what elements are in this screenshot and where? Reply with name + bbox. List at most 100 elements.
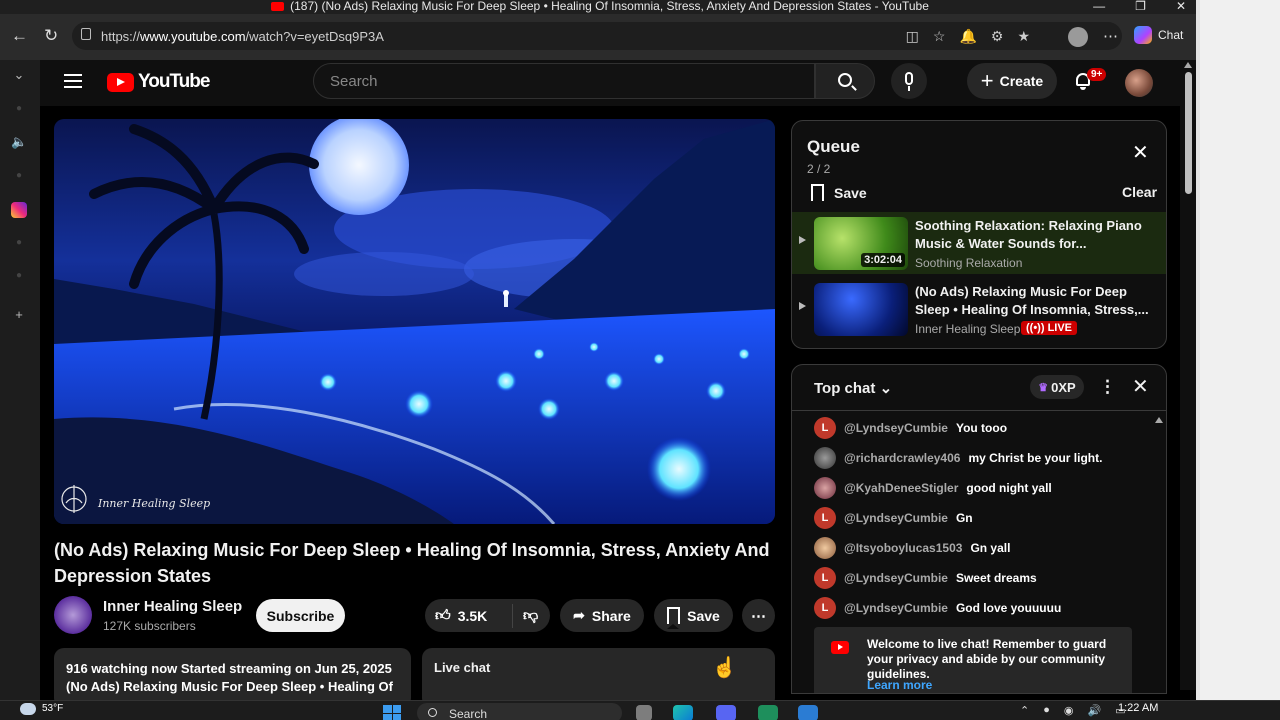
chat-message: L @LyndseyCumbie Gn xyxy=(814,507,973,529)
discord-icon[interactable] xyxy=(716,705,736,720)
chat-author[interactable]: @LyndseyCumbie xyxy=(844,511,948,525)
window-title-bar: (187) (No Ads) Relaxing Music For Deep S… xyxy=(0,0,1200,14)
subscriber-count: 127K subscribers xyxy=(103,619,196,633)
chat-message: L @LyndseyCumbie Sweet dreams xyxy=(814,567,1037,589)
duration-badge: 3:02:04 xyxy=(861,253,905,267)
chat-avatar: L xyxy=(814,597,836,619)
like-dislike-group: 👍︎ 3.5K 👎︎ xyxy=(425,599,550,632)
chat-scroll-up-icon[interactable] xyxy=(1155,417,1163,423)
wifi-icon[interactable]: ◉ xyxy=(1064,704,1074,717)
back-icon[interactable]: ← xyxy=(11,26,28,46)
save-label: Save xyxy=(687,607,720,624)
chat-author[interactable]: @LyndseyCumbie xyxy=(844,601,948,615)
volume-icon[interactable]: 🔊 xyxy=(1087,704,1101,717)
search-icon[interactable]: ● xyxy=(11,101,27,117)
logo-text: YouTube xyxy=(138,71,210,92)
hamburger-menu-icon[interactable] xyxy=(64,74,82,88)
play-icon xyxy=(799,302,806,310)
chat-message: L @LyndseyCumbie God love youuuuu xyxy=(814,597,1061,619)
chat-author[interactable]: @richardcrawley406 xyxy=(844,451,960,465)
subscribe-button[interactable]: Subscribe xyxy=(256,599,345,632)
taskbar-search[interactable]: Search xyxy=(417,703,622,720)
youtube-logo[interactable]: YouTube xyxy=(107,71,210,93)
add-icon[interactable]: + xyxy=(11,307,27,323)
chat-menu-icon[interactable]: ⋮ xyxy=(1099,377,1116,397)
desktop-background xyxy=(1200,0,1280,720)
chat-author[interactable]: @KyahDeneeStigler xyxy=(844,481,958,495)
bell-icon[interactable]: 🔔 xyxy=(959,28,976,45)
chat-header: Top chat ⌄ ♛ 0XP ⋮ ✕ xyxy=(792,365,1166,411)
chat-close-icon[interactable]: ✕ xyxy=(1132,377,1149,397)
queue-panel: Queue 2 / 2 ✕ Save Clear 3:02:04 Soothin… xyxy=(791,120,1167,349)
chevron-down-icon: ⌄ xyxy=(879,380,893,397)
top-chat-dropdown[interactable]: Top chat ⌄ xyxy=(814,379,892,397)
chat-author[interactable]: @LyndseyCumbie xyxy=(844,571,948,585)
search-input[interactable] xyxy=(313,63,815,99)
xp-badge[interactable]: ♛ 0XP xyxy=(1030,375,1084,399)
favorite-star-icon[interactable]: ☆ xyxy=(933,28,946,45)
channel-watermark: Inner Healing Sleep xyxy=(98,497,211,510)
extensions-icon[interactable]: ⚙ xyxy=(991,28,1004,45)
like-button[interactable]: 👍︎ 3.5K xyxy=(425,603,513,628)
user-avatar[interactable] xyxy=(1125,69,1153,97)
queue-close-icon[interactable]: ✕ xyxy=(1132,143,1149,163)
queue-save-button[interactable]: Save xyxy=(811,184,867,206)
page-scrollbar[interactable] xyxy=(1180,60,1196,690)
search-button[interactable] xyxy=(815,63,875,99)
dislike-button[interactable]: 👎︎ xyxy=(513,607,538,625)
browser-menu-icon[interactable]: ⋯ xyxy=(1103,27,1118,45)
more-actions-button[interactable]: ⋯ xyxy=(742,599,775,632)
queue-item[interactable]: 3:02:04 Soothing Relaxation: Relaxing Pi… xyxy=(792,212,1166,274)
queue-thumbnail: 3:02:04 xyxy=(814,217,908,270)
clock[interactable]: 1:22 AM xyxy=(1118,702,1158,714)
app-icon[interactable] xyxy=(798,705,818,720)
chat-avatar: L xyxy=(814,417,836,439)
file-explorer-icon[interactable] xyxy=(636,705,652,720)
search-icon[interactable]: ● xyxy=(11,168,27,184)
speaker-icon[interactable]: 🔈 xyxy=(11,134,27,150)
weather-widget[interactable]: 53°F xyxy=(20,703,63,715)
app-icon[interactable] xyxy=(758,705,778,720)
chat-author[interactable]: @Itsyoboylucas1503 xyxy=(844,541,962,555)
crown-icon: ♛ xyxy=(1038,381,1049,394)
chevron-down-icon[interactable]: ⌄ xyxy=(11,67,27,83)
voice-search-button[interactable] xyxy=(891,63,927,99)
share-button[interactable]: ➦ Share xyxy=(560,599,644,632)
browser-profile-avatar[interactable] xyxy=(1068,27,1088,47)
chat-text: God love youuuuu xyxy=(955,601,1062,615)
description-box[interactable]: 916 watching now Started streaming on Ju… xyxy=(54,648,411,708)
search-icon[interactable]: ● xyxy=(11,235,27,251)
copilot-chat-button[interactable]: Chat xyxy=(1134,26,1183,44)
microphone-icon[interactable]: ● xyxy=(1043,704,1050,717)
queue-item[interactable]: (No Ads) Relaxing Music For Deep Sleep •… xyxy=(792,278,1166,340)
chat-avatar xyxy=(814,477,836,499)
chat-text: You tooo xyxy=(955,421,1008,435)
video-player[interactable]: Inner Healing Sleep xyxy=(54,119,775,524)
learn-more-link[interactable]: Learn more xyxy=(867,678,932,692)
channel-name[interactable]: Inner Healing Sleep xyxy=(103,598,242,615)
save-button[interactable]: Save xyxy=(654,599,733,632)
edge-icon[interactable] xyxy=(673,705,693,720)
chat-author[interactable]: @LyndseyCumbie xyxy=(844,421,948,435)
scroll-up-icon[interactable] xyxy=(1184,62,1192,68)
welcome-text: Welcome to live chat! Remember to guard … xyxy=(867,637,1107,681)
url-text: https://www.youtube.com/watch?v=eyetDsq9… xyxy=(101,29,384,44)
favorites-icon[interactable]: ★ xyxy=(1017,28,1030,45)
instagram-icon[interactable] xyxy=(11,202,27,218)
chat-avatar: L xyxy=(814,567,836,589)
maximize-icon[interactable]: ❐ xyxy=(1135,0,1146,12)
channel-avatar[interactable] xyxy=(54,596,92,634)
queue-clear-button[interactable]: Clear xyxy=(1122,184,1157,200)
create-button[interactable]: + Create xyxy=(967,63,1057,99)
scrollbar-thumb[interactable] xyxy=(1185,72,1192,194)
queue-item-channel: Soothing Relaxation xyxy=(915,256,1023,270)
queue-count: 2 / 2 xyxy=(807,162,831,176)
video-title: (No Ads) Relaxing Music For Deep Sleep •… xyxy=(54,540,770,586)
split-screen-icon[interactable]: ◫ xyxy=(906,28,919,45)
refresh-icon[interactable]: ↻ xyxy=(44,26,58,46)
minimize-icon[interactable]: — xyxy=(1093,0,1105,12)
search-icon[interactable]: ● xyxy=(11,268,27,284)
close-window-icon[interactable]: ✕ xyxy=(1176,0,1186,12)
chevron-up-icon[interactable]: ⌃ xyxy=(1020,704,1029,717)
windows-start-icon[interactable] xyxy=(383,705,401,720)
